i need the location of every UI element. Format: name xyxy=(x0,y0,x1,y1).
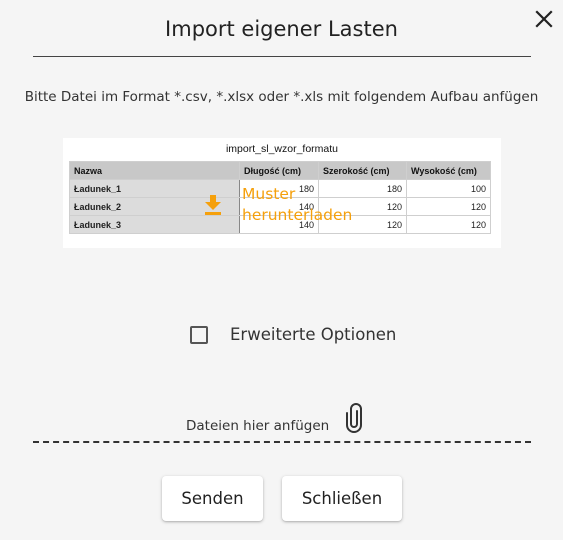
download-icon xyxy=(203,194,223,216)
advanced-options-checkbox[interactable] xyxy=(190,326,208,344)
download-sample-link[interactable]: Muster herunterladen xyxy=(200,184,370,230)
sample-header-cell: Nazwa xyxy=(69,161,240,180)
download-sample-label: Muster herunterladen xyxy=(242,184,372,226)
sample-header-cell: Szerokość (cm) xyxy=(318,161,407,180)
advanced-options-label: Erweiterte Optionen xyxy=(230,325,397,344)
format-instruction: Bitte Datei im Format *.csv, *.xlsx oder… xyxy=(24,89,539,105)
close-button[interactable]: Schließen xyxy=(282,476,402,521)
sample-cell: 120 xyxy=(406,215,491,234)
send-button[interactable]: Senden xyxy=(162,476,263,521)
dialog-title: Import eigener Lasten xyxy=(165,17,398,41)
sample-header-cell: Wysokość (cm) xyxy=(406,161,491,180)
import-dialog: Import eigener Lasten Bitte Datei im For… xyxy=(0,0,563,540)
sample-header-row: Nazwa Długość (cm) Szerokość (cm) Wysoko… xyxy=(69,161,491,180)
download-label-line1: Muster xyxy=(242,185,296,203)
sample-cell: 100 xyxy=(406,179,491,198)
dropzone-label: Dateien hier anfügen xyxy=(186,418,330,434)
dropzone-divider xyxy=(33,441,531,443)
paperclip-icon[interactable] xyxy=(343,403,365,433)
sample-cell: 120 xyxy=(406,197,491,216)
sample-file-title: import_sl_wzor_formatu xyxy=(225,143,339,155)
download-label-line2: herunterladen xyxy=(242,206,353,224)
title-divider xyxy=(33,56,531,57)
sample-header-cell: Długość (cm) xyxy=(239,161,319,180)
